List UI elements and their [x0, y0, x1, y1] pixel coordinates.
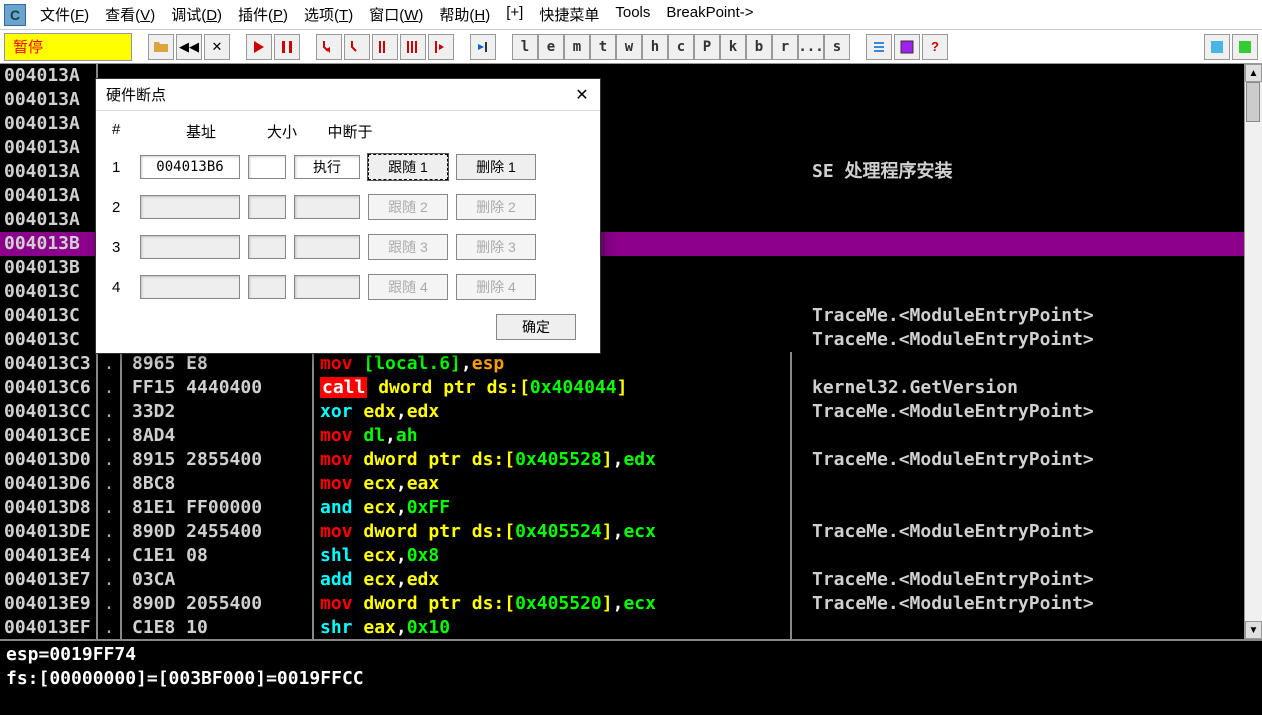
size-input[interactable] [248, 235, 286, 259]
ok-button[interactable]: 确定 [496, 314, 576, 340]
hw-breakpoint-dialog: 硬件断点 ✕ # 基址 大小 中断于 1跟随 1删除 12跟随 2删除 23跟随… [95, 78, 601, 354]
disasm-row[interactable]: 004013EF.C1E8 10shr eax,0x10 [0, 616, 1262, 639]
view-P-button[interactable]: P [694, 34, 720, 60]
rewind-button[interactable]: ◀◀ [176, 34, 202, 60]
menu-item[interactable]: [+] [498, 1, 531, 28]
dialog-title: 硬件断点 [106, 84, 166, 105]
menubar: C 文件(F)查看(V)调试(D)插件(P)选项(T)窗口(W)帮助(H)[+]… [0, 0, 1262, 30]
view-k-button[interactable]: k [720, 34, 746, 60]
trace-into-button[interactable] [372, 34, 398, 60]
pause-button[interactable]: 暂停 [4, 33, 132, 61]
disasm-row[interactable]: 004013D0.8915 2855400mov dword ptr ds:[0… [0, 448, 1262, 472]
disasm-row[interactable]: 004013DE.890D 2455400mov dword ptr ds:[0… [0, 520, 1262, 544]
disasm-row[interactable]: 004013E7.03CAadd ecx,edxTraceMe.<ModuleE… [0, 568, 1262, 592]
base-input[interactable] [140, 195, 240, 219]
menu-item[interactable]: 调试(D) [163, 1, 230, 28]
list-button[interactable] [866, 34, 892, 60]
header-base: 基址 [148, 121, 254, 142]
scroll-thumb[interactable] [1246, 82, 1260, 122]
disasm-row[interactable]: 004013C6.FF15 4440400call dword ptr ds:[… [0, 376, 1262, 400]
header-size: 大小 [254, 121, 310, 142]
scroll-up-icon[interactable]: ▲ [1245, 64, 1262, 82]
break-input[interactable] [294, 275, 360, 299]
vertical-scrollbar[interactable]: ▲ ▼ [1244, 64, 1262, 639]
view-c-button[interactable]: c [668, 34, 694, 60]
follow-button[interactable]: 跟随 2 [368, 194, 448, 220]
app-icon: C [4, 4, 26, 26]
menu-item[interactable]: 窗口(W) [361, 1, 431, 28]
view-w-button[interactable]: w [616, 34, 642, 60]
base-input[interactable] [140, 155, 240, 179]
menu-item[interactable]: Tools [607, 1, 658, 28]
size-input[interactable] [248, 195, 286, 219]
run-button[interactable] [246, 34, 272, 60]
view-s-button[interactable]: s [824, 34, 850, 60]
view-m-button[interactable]: m [564, 34, 590, 60]
execute-till-return-button[interactable] [428, 34, 454, 60]
disasm-row[interactable]: 004013D6.8BC8mov ecx,eax [0, 472, 1262, 496]
header-num: # [112, 121, 148, 142]
hw-bp-row: 3跟随 3删除 3 [112, 234, 584, 260]
status-bar: esp=0019FF74 fs:[00000000]=[003BF000]=00… [0, 639, 1262, 715]
break-input[interactable] [294, 155, 360, 179]
view-e-button[interactable]: e [538, 34, 564, 60]
menu-item[interactable]: 文件(F) [32, 1, 97, 28]
hw-bp-row: 4跟随 4删除 4 [112, 274, 584, 300]
delete-button[interactable]: 删除 3 [456, 234, 536, 260]
menu-item[interactable]: 查看(V) [97, 1, 163, 28]
close-icon[interactable]: ✕ [570, 83, 594, 107]
size-input[interactable] [248, 275, 286, 299]
step-over-button[interactable] [344, 34, 370, 60]
delete-button[interactable]: 删除 2 [456, 194, 536, 220]
toolbar: 暂停 ◀◀ ✕ lemtwhcPkbr...s ? [0, 30, 1262, 64]
base-input[interactable] [140, 275, 240, 299]
dialog-titlebar[interactable]: 硬件断点 ✕ [96, 79, 600, 111]
trace-over-button[interactable] [400, 34, 426, 60]
menu-item[interactable]: 选项(T) [296, 1, 361, 28]
status-line-2: fs:[00000000]=[003BF000]=0019FFCC [6, 667, 1256, 691]
hw-bp-row: 2跟随 2删除 2 [112, 194, 584, 220]
menu-item[interactable]: 插件(P) [230, 1, 296, 28]
delete-button[interactable]: 删除 1 [456, 154, 536, 180]
size-input[interactable] [248, 155, 286, 179]
help-button[interactable]: ? [922, 34, 948, 60]
view-...-button[interactable]: ... [798, 34, 824, 60]
aux1-button[interactable] [1204, 34, 1230, 60]
follow-button[interactable]: 跟随 4 [368, 274, 448, 300]
follow-button[interactable]: 跟随 1 [368, 154, 448, 180]
step-into-button[interactable] [316, 34, 342, 60]
menu-item[interactable]: BreakPoint-> [658, 1, 761, 28]
window-button[interactable] [894, 34, 920, 60]
base-input[interactable] [140, 235, 240, 259]
view-t-button[interactable]: t [590, 34, 616, 60]
break-input[interactable] [294, 195, 360, 219]
disasm-row[interactable]: 004013E9.890D 2055400mov dword ptr ds:[0… [0, 592, 1262, 616]
status-line-1: esp=0019FF74 [6, 643, 1256, 667]
hw-bp-row: 1跟随 1删除 1 [112, 154, 584, 180]
menu-item[interactable]: 快捷菜单 [531, 1, 607, 28]
disasm-row[interactable]: 004013E4.C1E1 08shl ecx,0x8 [0, 544, 1262, 568]
close-button[interactable]: ✕ [204, 34, 230, 60]
view-r-button[interactable]: r [772, 34, 798, 60]
goto-button[interactable] [470, 34, 496, 60]
pause-tb-button[interactable] [274, 34, 300, 60]
view-h-button[interactable]: h [642, 34, 668, 60]
disasm-row[interactable]: 004013CE.8AD4mov dl,ah [0, 424, 1262, 448]
header-break: 中断于 [310, 121, 390, 142]
view-b-button[interactable]: b [746, 34, 772, 60]
disasm-row[interactable]: 004013D8.81E1 FF00000and ecx,0xFF [0, 496, 1262, 520]
scroll-down-icon[interactable]: ▼ [1245, 621, 1262, 639]
disasm-row[interactable]: 004013CC.33D2xor edx,edxTraceMe.<ModuleE… [0, 400, 1262, 424]
dialog-header-row: # 基址 大小 中断于 [112, 121, 584, 142]
menu-item[interactable]: 帮助(H) [431, 1, 498, 28]
disasm-row[interactable]: 004013C3.8965 E8mov [local.6],esp [0, 352, 1262, 376]
delete-button[interactable]: 删除 4 [456, 274, 536, 300]
break-input[interactable] [294, 235, 360, 259]
aux2-button[interactable] [1232, 34, 1258, 60]
follow-button[interactable]: 跟随 3 [368, 234, 448, 260]
open-button[interactable] [148, 34, 174, 60]
view-l-button[interactable]: l [512, 34, 538, 60]
